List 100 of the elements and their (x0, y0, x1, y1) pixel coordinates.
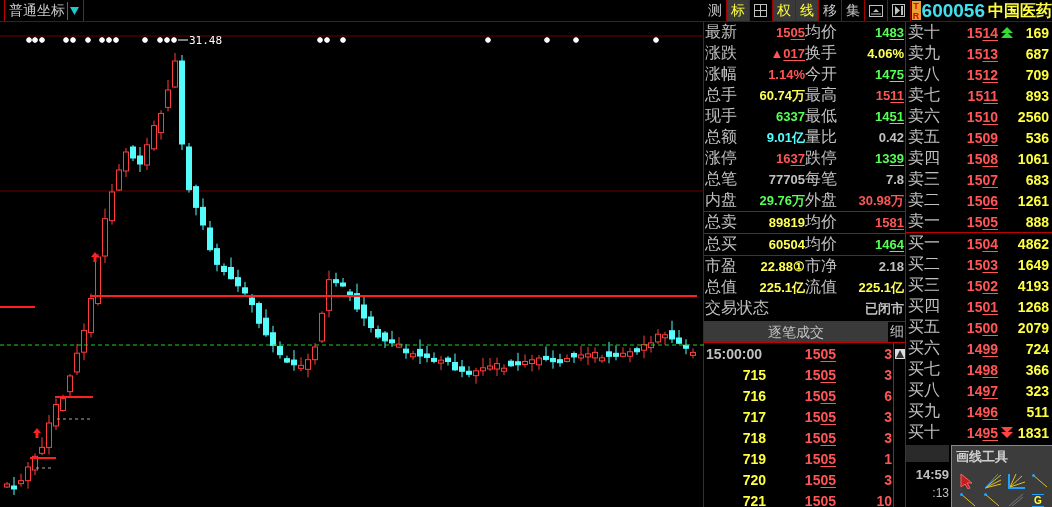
order-level-label: 卖十 (908, 22, 941, 42)
order-level-label: 买五 (908, 317, 941, 337)
quote-label: 最高 (805, 85, 838, 105)
quote-label: 今开 (805, 64, 838, 84)
play-bar-icon (892, 4, 906, 17)
detail-button[interactable]: 细 (887, 322, 905, 342)
order-level-label: 买十 (908, 422, 941, 442)
order-price: 1510 (965, 108, 998, 125)
line-tool-icon[interactable] (960, 493, 976, 507)
quote-value: 1581 (874, 215, 904, 230)
level-mark (0, 306, 36, 308)
order-price: 1512 (965, 66, 998, 83)
order-volume: 1261 (1016, 192, 1049, 209)
order-price: 1498 (965, 361, 998, 378)
event-mark-icon[interactable] (62, 36, 70, 44)
trade-time: 15:00:00 (705, 345, 764, 362)
order-level-label: 卖二 (908, 190, 941, 210)
event-mark-icon[interactable] (38, 36, 46, 44)
event-mark-icon[interactable] (163, 36, 171, 44)
event-mark-icon[interactable] (572, 36, 580, 44)
clock-time: 14:59 (915, 467, 949, 482)
order-price: 1504 (965, 235, 998, 252)
quote-label: 均价 (805, 234, 838, 254)
order-level-label: 买八 (908, 380, 941, 400)
quote-value: 1505 (775, 25, 805, 40)
order-price: 1505 (965, 213, 998, 230)
order-volume: 1649 (1016, 256, 1049, 273)
trade-time: 721 (741, 492, 766, 507)
event-mark-icon[interactable] (316, 36, 324, 44)
event-mark-icon[interactable] (98, 36, 106, 44)
event-mark-icon[interactable] (31, 36, 39, 44)
event-mark-icon[interactable] (543, 36, 551, 44)
trade-volume: 3 (883, 429, 892, 446)
order-volume: 1061 (1016, 150, 1049, 167)
order-volume: 888 (1024, 213, 1049, 230)
panel-title: 画线工具 (955, 448, 1009, 466)
event-mark-icon[interactable] (84, 36, 92, 44)
order-level-label: 买九 (908, 401, 941, 421)
toolbar-button[interactable]: 标 (726, 0, 750, 21)
quote-value: 77705 (767, 172, 805, 187)
quote-value: 4.06% (866, 46, 904, 61)
quote-label: 总笔 (705, 169, 738, 189)
tr-badge: TR (911, 1, 921, 20)
up-arrow-icon[interactable] (1000, 26, 1013, 39)
event-mark-icon[interactable] (69, 36, 77, 44)
level-mark (54, 396, 94, 398)
line-tool-icon[interactable] (984, 493, 1000, 507)
down-arrow-icon[interactable] (1000, 426, 1013, 439)
scroll-up-icon[interactable] (894, 349, 905, 359)
order-volume: 1268 (1016, 298, 1049, 315)
event-mark-icon[interactable] (105, 36, 113, 44)
quote-label: 流值 (805, 277, 838, 297)
order-volume: 366 (1024, 361, 1049, 378)
event-mark-icon[interactable] (323, 36, 331, 44)
quote-label: 量比 (805, 127, 838, 147)
event-mark-icon[interactable] (339, 36, 347, 44)
coordinate-selector[interactable]: 普通坐标 (4, 0, 84, 21)
order-price: 1501 (965, 298, 998, 315)
event-mark-icon[interactable] (156, 36, 164, 44)
line-tool-icon[interactable] (1032, 474, 1048, 488)
text-tool[interactable]: G (1032, 493, 1044, 507)
level-mark (29, 457, 57, 459)
quote-value: 1464 (874, 237, 904, 252)
order-price: 1509 (965, 129, 998, 146)
order-level-label: 卖一 (908, 211, 941, 231)
quote-label: 最低 (805, 106, 838, 126)
trade-time: 718 (741, 429, 766, 446)
event-mark-icon[interactable] (112, 36, 120, 44)
cursor-icon[interactable] (960, 473, 974, 489)
fan-lines-icon[interactable] (984, 473, 1002, 489)
quote-value: 6337 (775, 109, 805, 124)
event-mark-icon[interactable] (141, 36, 149, 44)
fan-box-icon[interactable] (1008, 473, 1026, 489)
trade-price: 1505 (803, 429, 836, 446)
order-volume: 323 (1024, 382, 1049, 399)
trade-volume: 3 (883, 366, 892, 383)
order-level-label: 买二 (908, 254, 941, 274)
order-level-label: 卖三 (908, 169, 941, 189)
toolbar-button[interactable]: 权 (772, 0, 796, 21)
trade-price: 1505 (803, 408, 836, 425)
order-price: 1497 (965, 382, 998, 399)
order-volume: 724 (1024, 340, 1049, 357)
quote-value: ▲017 (769, 46, 805, 61)
event-mark-icon[interactable] (25, 36, 33, 44)
toolbar-button[interactable]: 线 (795, 0, 819, 21)
order-volume: 169 (1024, 24, 1049, 41)
quote-value: 9.01亿 (765, 128, 805, 147)
trade-volume: 3 (883, 471, 892, 488)
order-level-label: 买四 (908, 296, 941, 316)
order-level-label: 买六 (908, 338, 941, 358)
quote-label: 内盘 (705, 190, 738, 210)
order-volume: 2079 (1016, 319, 1049, 336)
quote-value: 225.1亿 (758, 279, 805, 297)
quote-label: 每笔 (805, 169, 838, 189)
order-volume: 511 (1025, 403, 1049, 420)
quote-label: 涨停 (705, 148, 738, 168)
quote-value: 1475 (874, 67, 904, 82)
event-mark-icon[interactable] (170, 36, 178, 44)
event-mark-icon[interactable] (652, 36, 660, 44)
event-mark-icon[interactable] (484, 36, 492, 44)
